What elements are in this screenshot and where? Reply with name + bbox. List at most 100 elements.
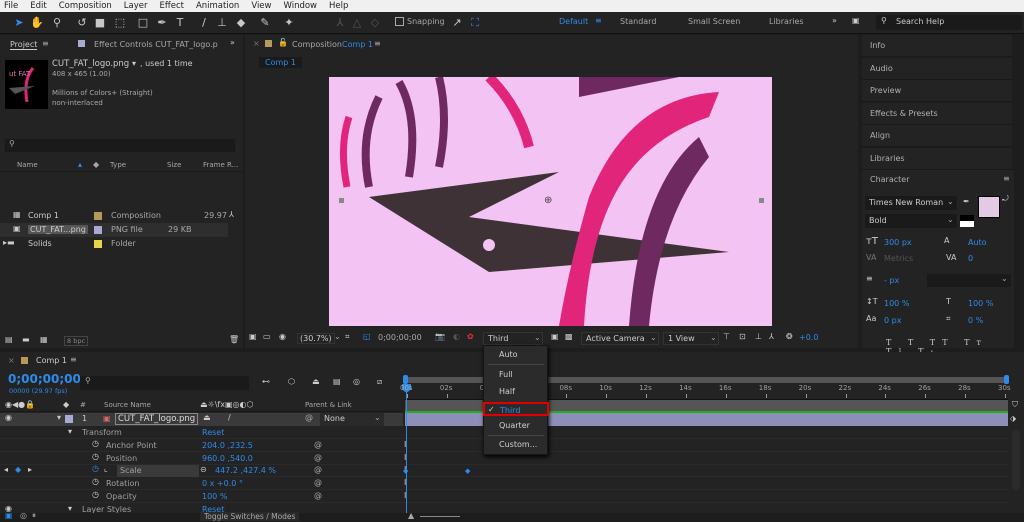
fast-previews-icon[interactable]: ⊡	[739, 332, 746, 341]
snap-bounds-icon[interactable]: ⛶	[468, 15, 482, 30]
close-tab-icon[interactable]: ×	[8, 356, 15, 365]
close-tab-icon[interactable]: ×	[253, 39, 260, 48]
property-value[interactable]: 204.0 ,232.5	[202, 441, 253, 450]
resolution-option-third[interactable]: ✓ Third	[483, 402, 549, 416]
quality-switch-icon[interactable]: /	[228, 413, 231, 422]
snapshot-icon[interactable]: 📷	[435, 332, 445, 341]
resolution-option-half[interactable]: Half	[484, 385, 547, 399]
bit-depth-button[interactable]: 8 bpc	[64, 336, 89, 346]
panel-menu-icon[interactable]: ≡	[1003, 174, 1010, 183]
more-workspaces-icon[interactable]: »	[832, 16, 837, 25]
panel-overflow-icon[interactable]: »	[230, 38, 235, 47]
horizontal-scale-value[interactable]: 100 %	[968, 299, 993, 308]
transfer-controls-icon[interactable]: ◎	[20, 511, 27, 520]
motion-blur-icon[interactable]: ◎	[353, 377, 360, 386]
column-size[interactable]: Size	[167, 161, 181, 169]
stopwatch-icon[interactable]: ◷	[92, 464, 99, 473]
panel-libraries[interactable]: Libraries	[862, 147, 1012, 170]
timeline-search-input[interactable]: ⚲	[80, 376, 249, 390]
visibility-eye-icon[interactable]: ◉	[5, 413, 12, 422]
project-item[interactable]: ▸▬ Solids Folder	[0, 237, 228, 251]
chevron-down-icon[interactable]: ⌄	[334, 332, 341, 341]
rotate-tool-icon[interactable]: ↺	[75, 15, 89, 30]
prev-keyframe-icon[interactable]: ◂	[4, 465, 8, 474]
pick-whip-icon[interactable]: @	[305, 413, 313, 422]
usage-dropdown-icon[interactable]: ▾	[132, 59, 136, 68]
layer-row[interactable]: ◉ ▾ 1 ▣ CUT_FAT_logo.png ⏏ / @ None ⌄	[0, 413, 403, 426]
property-value[interactable]: 447.2 ,427.4 %	[215, 466, 276, 475]
hand-tool-icon[interactable]: ✋	[30, 15, 44, 30]
clone-stamp-tool-icon[interactable]: ⊥	[215, 15, 229, 30]
property-value[interactable]: 960.0 ,540.0	[202, 454, 253, 463]
shy-switch-icon[interactable]: ⏏	[203, 413, 211, 422]
magnification-dropdown[interactable]: (30.7%)	[297, 333, 335, 344]
camera-dropdown[interactable]: Active Camera ⌄	[581, 332, 659, 345]
panel-audio[interactable]: Audio	[862, 57, 1012, 80]
pick-whip-icon[interactable]: @	[314, 478, 322, 487]
font-size-value[interactable]: 300 px	[884, 238, 912, 247]
current-time[interactable]: 0;00;00;00	[8, 372, 81, 386]
layer-switches-icon[interactable]: ▣	[5, 511, 13, 520]
axis-view-icon[interactable]: ◇	[368, 15, 382, 30]
label-column-icon[interactable]: ◆	[93, 160, 99, 169]
item-label-color[interactable]	[94, 240, 102, 248]
stopwatch-icon[interactable]: ◷	[92, 439, 99, 448]
workspace-settings-icon[interactable]: ▣	[852, 16, 860, 25]
layer-name[interactable]: CUT_FAT_logo.png	[115, 413, 199, 425]
menu-view[interactable]: View	[251, 0, 271, 12]
region-of-interest-icon[interactable]: ▣	[551, 332, 559, 341]
parent-dropdown[interactable]: None ⌄	[320, 413, 384, 426]
in-out-icon[interactable]: ⏸	[32, 511, 36, 521]
pick-whip-icon[interactable]: @	[314, 465, 322, 474]
panel-effects-presets[interactable]: Effects & Presets	[862, 102, 1012, 125]
menu-layer[interactable]: Layer	[124, 0, 148, 12]
interpret-footage-icon[interactable]: ▤	[5, 335, 13, 344]
graph-editor-icon[interactable]: ⧄	[377, 377, 382, 387]
tab-timeline-comp1[interactable]: Comp 1	[36, 356, 67, 365]
puppet-pin-tool-icon[interactable]: ✦	[282, 15, 296, 30]
delete-icon[interactable]: 🗑	[229, 335, 239, 344]
work-area-start-handle[interactable]	[403, 375, 408, 384]
selection-tool-icon[interactable]: ➤	[12, 15, 26, 30]
panel-preview[interactable]: Preview	[862, 80, 1012, 102]
column-frame-rate[interactable]: Frame R...	[203, 161, 238, 169]
playhead[interactable]	[406, 384, 407, 513]
resolution-option-custom[interactable]: Custom...	[484, 438, 547, 452]
workspace-default[interactable]: Default	[559, 17, 588, 26]
column-name[interactable]: Name	[17, 161, 38, 169]
comp-marker-bin-icon[interactable]: ⛉	[1012, 400, 1018, 410]
project-item[interactable]: ▦ Comp 1 Composition 29.97 ⅄	[0, 209, 234, 223]
search-help-input[interactable]: ⚲ Search Help	[876, 15, 1022, 30]
reset-exposure-icon[interactable]: ❂	[786, 332, 793, 341]
show-snapshot-icon[interactable]: ◐	[453, 332, 460, 341]
stopwatch-icon[interactable]: ◷	[92, 490, 99, 499]
mask-visibility-icon[interactable]: ◉	[279, 332, 286, 341]
graph-icon[interactable]: ⌞	[104, 464, 108, 473]
workspace-menu-icon[interactable]: ≡	[595, 16, 602, 25]
property-value[interactable]: 0 x +0.0 °	[202, 479, 243, 488]
work-area-end-handle[interactable]	[1004, 375, 1009, 384]
keyframe-icon[interactable]: ◆	[403, 467, 408, 475]
pick-whip-icon[interactable]: @	[314, 453, 322, 462]
comp-breadcrumb[interactable]: Comp 1	[259, 57, 302, 68]
black-white-swatch[interactable]	[960, 215, 974, 227]
roto-brush-tool-icon[interactable]: ✎	[258, 15, 272, 30]
transparency-grid-icon[interactable]: ◱	[363, 332, 371, 341]
item-label-color[interactable]	[94, 226, 102, 234]
zoom-slider[interactable]	[420, 516, 460, 517]
sort-ascending-icon[interactable]: ▴	[78, 160, 82, 169]
transparency-icon[interactable]: ▩	[565, 332, 573, 341]
property-value[interactable]: 100 %	[202, 492, 227, 501]
font-family-dropdown[interactable]: Times New Roman ⌄	[865, 196, 957, 210]
type-tool-icon[interactable]: T	[173, 15, 187, 30]
vertical-scrollbar[interactable]	[1012, 430, 1020, 490]
pick-whip-icon[interactable]: @	[314, 440, 322, 449]
monitor-icon[interactable]: ▭	[263, 332, 271, 341]
kerning-value[interactable]: Metrics	[884, 254, 913, 263]
layer-label-color[interactable]	[65, 415, 73, 423]
rectangle-tool-icon[interactable]: □	[136, 15, 150, 30]
resolution-option-auto[interactable]: Auto	[484, 348, 547, 362]
resolution-dropdown[interactable]: Third ⌄	[483, 332, 543, 345]
flowchart-icon[interactable]: ⅄	[769, 332, 774, 341]
resolution-option-quarter[interactable]: Quarter	[484, 419, 547, 433]
